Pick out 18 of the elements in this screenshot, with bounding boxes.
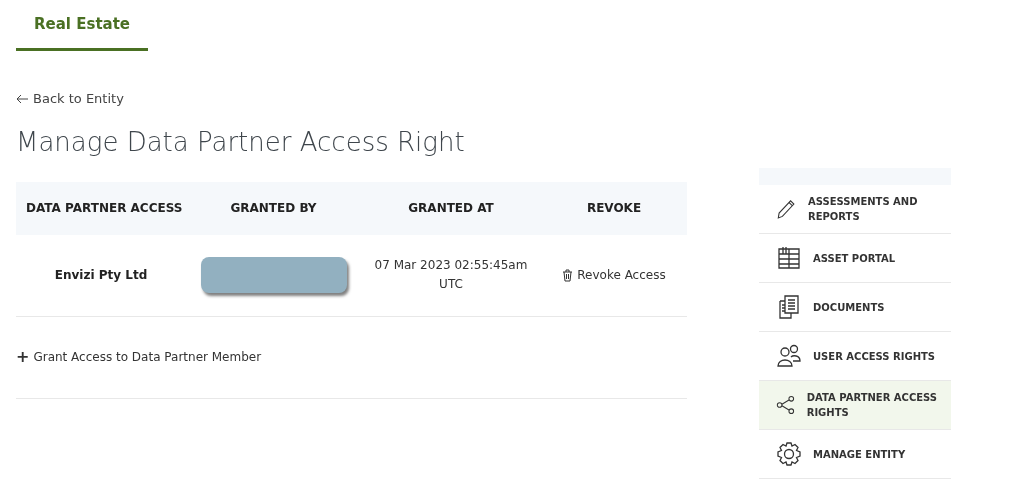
gear-icon <box>775 440 803 468</box>
plus-icon: + <box>16 349 30 365</box>
trash-icon <box>562 268 574 282</box>
page-title: Manage Data Partner Access Right <box>16 125 466 159</box>
users-icon <box>775 342 803 370</box>
table-icon <box>775 244 803 272</box>
revoke-link[interactable]: Revoke Access <box>541 266 687 284</box>
grant-access-link[interactable]: + Grant Access to Data Partner Member <box>16 348 262 366</box>
tab[interactable]: Real Estate <box>16 0 149 51</box>
column-header: DATA PARTNER ACCESS <box>25 200 184 217</box>
column-header: REVOKE <box>585 200 643 217</box>
sidebar-item[interactable]: DATA PARTNER ACCESS RIGHTS <box>759 381 951 430</box>
table-cell-text: 07 Mar 2023 02:55:45am UTC <box>373 257 529 293</box>
column-header: GRANTED AT <box>407 200 495 217</box>
arrow-left-icon <box>16 93 29 104</box>
table-cell-text: Envizi Pty Ltd <box>53 267 149 284</box>
back-link[interactable]: Back to Entity <box>16 89 703 109</box>
column-header: GRANTED BY <box>229 200 318 217</box>
